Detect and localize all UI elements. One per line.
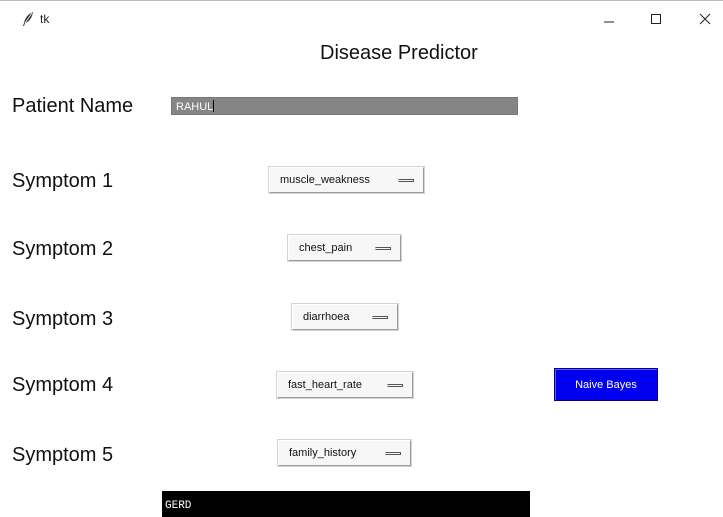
maximize-icon[interactable] xyxy=(644,7,668,31)
symptom-3-label: Symptom 3 xyxy=(12,308,114,330)
symptom-3-value: diarrhoea xyxy=(303,311,350,323)
text-caret xyxy=(213,100,215,112)
title-bar[interactable]: tk xyxy=(0,1,723,31)
symptom-3-select[interactable]: diarrhoea xyxy=(292,304,398,330)
prediction-result: GERD xyxy=(162,491,530,517)
symptom-4-label: Symptom 4 xyxy=(12,374,114,396)
patient-name-value: RAHUL xyxy=(176,101,214,113)
option-indicator-icon xyxy=(398,179,414,182)
naive-bayes-button[interactable]: Naive Bayes xyxy=(554,368,658,401)
symptom-4-value: fast_heart_rate xyxy=(288,379,362,391)
symptom-5-select[interactable]: family_history xyxy=(278,440,411,466)
window-title: tk xyxy=(40,12,50,26)
page-title: Disease Predictor xyxy=(320,42,478,64)
option-indicator-icon xyxy=(375,247,391,250)
patient-name-label: Patient Name xyxy=(12,95,134,117)
option-indicator-icon xyxy=(372,316,388,319)
symptom-2-value: chest_pain xyxy=(299,242,353,254)
symptom-1-select[interactable]: muscle_weakness xyxy=(269,167,424,193)
symptom-4-select[interactable]: fast_heart_rate xyxy=(277,372,413,398)
patient-name-input[interactable]: RAHUL xyxy=(171,97,518,115)
symptom-5-label: Symptom 5 xyxy=(12,444,114,466)
symptom-2-select[interactable]: chest_pain xyxy=(288,235,401,261)
symptom-1-value: muscle_weakness xyxy=(280,174,370,186)
minimize-icon[interactable] xyxy=(597,7,621,31)
symptom-1-label: Symptom 1 xyxy=(12,170,114,192)
close-icon[interactable] xyxy=(693,7,717,31)
feather-icon xyxy=(21,11,35,27)
symptom-5-value: family_history xyxy=(289,447,357,459)
symptom-2-label: Symptom 2 xyxy=(12,238,114,260)
option-indicator-icon xyxy=(387,384,403,387)
option-indicator-icon xyxy=(385,452,401,455)
